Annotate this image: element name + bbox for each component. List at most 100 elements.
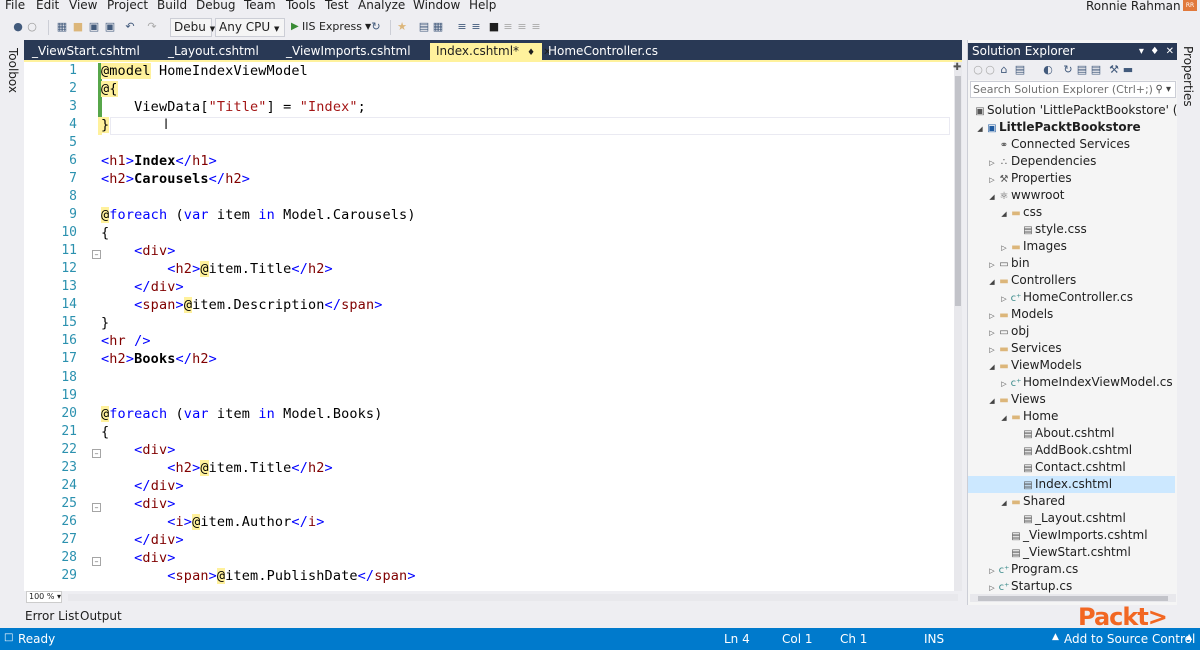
expanded-icon[interactable]: ◢ [998,206,1010,223]
save-all-icon[interactable]: ▣ [104,21,116,33]
menu-edit[interactable]: Edit [36,0,59,12]
menu-analyze[interactable]: Analyze [358,0,405,12]
tree-node-project[interactable]: ◢ ▣ LittlePacktBookstore [974,119,1140,138]
menu-help[interactable]: Help [469,0,496,12]
tree-node-viewmodels[interactable]: ◢ ▬ ViewModels [986,357,1081,376]
menu-test[interactable]: Test [325,0,349,12]
fold-toggle[interactable]: – [92,250,101,259]
sync-icon[interactable]: ↻ [1062,64,1074,76]
forward-icon[interactable]: ○ [26,21,38,33]
pin-icon[interactable]: ♦ [527,48,535,58]
tab-viewimports[interactable]: _ViewImports.cshtml [280,43,430,60]
prev-bookmark-icon[interactable]: ≡ [502,21,514,33]
window-menu-icon[interactable]: ▾ [1139,46,1144,57]
tree-node-controllers[interactable]: ◢ ▬ Controllers [986,272,1076,289]
run-target-button[interactable]: IIS Express [302,19,362,35]
code-editor[interactable]: 1 2 3 4 5 6 7 8 9 10 11 12 13 14 15 16 17 18 19 20 21 22 23 24 2… [24,60,962,593]
comment-icon[interactable]: ≡ [456,21,468,33]
properties-tab[interactable]: Properties [1181,46,1195,107]
solution-configs-icon[interactable]: ▤ [418,21,430,33]
configuration-dropdown[interactable]: Debu ▼ [170,18,215,37]
tab-index[interactable]: Index.cshtml* ♦ ✕ [430,43,552,60]
tree-node-style-css[interactable]: ▤ style.css [1022,221,1086,238]
forward-icon[interactable]: ○ [984,64,996,76]
add-to-source-control-button[interactable]: Add to Source Control [1064,632,1195,646]
tree-node-home[interactable]: ◢ ▬ Home [998,408,1058,425]
expanded-icon[interactable]: ◢ [986,359,998,376]
tree-node-bin[interactable]: ▷ ▭ bin [986,255,1029,272]
menu-tools[interactable]: Tools [286,0,316,12]
tree-node-dependencies[interactable]: ▷ ∴ Dependencies [986,153,1096,170]
tab-output[interactable]: Output [80,609,122,623]
tab-layout[interactable]: _Layout.cshtml [162,43,280,60]
next-bookmark-icon[interactable]: ≡ [516,21,528,33]
tree-node-services[interactable]: ▷ ▬ Services [986,340,1061,357]
back-icon[interactable]: ○ [972,64,984,76]
open-folder-icon[interactable]: ■ [72,21,84,33]
clear-bookmarks-icon[interactable]: ≡ [530,21,542,33]
search-icon[interactable]: ⚲ ▾ [1155,82,1171,97]
bookmark-icon[interactable]: ■ [488,21,500,33]
platform-dropdown[interactable]: Any CPU ▼ [215,18,285,37]
split-window-icon[interactable]: ✚ [953,62,961,73]
new-project-icon[interactable]: ▦ [56,21,68,33]
tree-node-solution[interactable]: ▣ Solution 'LittlePacktBookstore' (1 pr [974,102,1200,119]
expanded-icon[interactable]: ◢ [986,189,998,206]
expanded-icon[interactable]: ◢ [986,393,998,410]
menu-project[interactable]: Project [107,0,148,12]
tab-viewstart[interactable]: _ViewStart.cshtml [26,43,162,60]
save-icon[interactable]: ▣ [88,21,100,33]
properties-icon[interactable]: ⚒ [1108,64,1120,76]
refresh-icon[interactable]: ↻ [370,21,382,33]
layout-icon[interactable]: ▦ [432,21,444,33]
show-all-files-icon[interactable]: ▤ [1090,64,1102,76]
menu-debug[interactable]: Debug [196,0,235,12]
collapse-all-icon[interactable]: ▤ [1076,64,1088,76]
tree-node-viewimports[interactable]: ▤ _ViewImports.cshtml [1010,527,1147,544]
tree-node-connected-services[interactable]: ⚭ Connected Services [998,136,1130,153]
tree-node-startup[interactable]: ▷ c⁺ Startup.cs [986,578,1072,595]
tree-node-index[interactable]: ▤ Index.cshtml [968,476,1175,493]
close-icon[interactable]: ✕ [1166,46,1174,57]
menu-window[interactable]: Window [413,0,460,12]
tree-node-css[interactable]: ◢ ▬ css [998,204,1042,221]
redo-icon[interactable]: ↷ [146,21,158,33]
preview-icon[interactable]: ▬ [1122,64,1134,76]
menu-build[interactable]: Build [157,0,187,12]
tree-node-models[interactable]: ▷ ▬ Models [986,306,1053,323]
expanded-icon[interactable]: ◢ [998,495,1010,512]
tree-node-images[interactable]: ▷ ▬ Images [998,238,1067,255]
tab-homecontroller[interactable]: HomeController.cs [542,43,682,60]
tree-node-layout[interactable]: ▤ _Layout.cshtml [1022,510,1126,527]
tree-node-program[interactable]: ▷ c⁺ Program.cs [986,561,1078,578]
home-icon[interactable]: ⌂ [998,64,1010,76]
expanded-icon[interactable]: ◢ [974,121,986,138]
uncomment-icon[interactable]: ≡ [470,21,482,33]
tree-node-properties[interactable]: ▷ ⚒ Properties [986,170,1071,187]
tree-node-views[interactable]: ◢ ▬ Views [986,391,1045,410]
toolbox-tab[interactable]: Toolbox [6,48,20,93]
fold-toggle[interactable]: – [92,449,101,458]
menu-file[interactable]: File [5,0,25,12]
tree-node-contact[interactable]: ▤ Contact.cshtml [1022,459,1125,476]
editor-horizontal-scrollbar[interactable] [68,594,958,601]
solution-explorer-scroll-thumb[interactable] [978,596,1168,601]
tree-node-obj[interactable]: ▷ ▭ obj [986,323,1029,340]
back-icon[interactable]: ● [12,21,24,33]
tree-node-homecontroller[interactable]: ▷ c⁺ HomeController.cs [998,289,1133,306]
account-name[interactable]: Ronnie Rahman [1086,0,1181,13]
tree-node-about[interactable]: ▤ About.cshtml [1022,425,1114,442]
tree-node-homeindexviewmodel[interactable]: ▷ c⁺ HomeIndexViewModel.cs [998,374,1172,391]
tree-node-shared[interactable]: ◢ ▬ Shared [998,493,1065,510]
fold-toggle[interactable]: – [92,557,101,566]
menu-view[interactable]: View [69,0,97,12]
tab-error-list[interactable]: Error List [25,609,79,623]
pin-icon[interactable]: ♦ [1150,46,1159,57]
tree-node-wwwroot[interactable]: ◢ ⚛ wwwroot [986,187,1064,206]
menu-team[interactable]: Team [244,0,276,12]
run-icon[interactable]: ▶ [291,19,299,35]
browser-link-icon[interactable]: ★ [396,21,408,33]
expanded-icon[interactable]: ◢ [986,274,998,291]
solution-explorer-search-input[interactable]: Search Solution Explorer (Ctrl+;) ⚲ ▾ [970,81,1176,98]
tree-node-viewstart[interactable]: ▤ _ViewStart.cshtml [1010,544,1131,561]
